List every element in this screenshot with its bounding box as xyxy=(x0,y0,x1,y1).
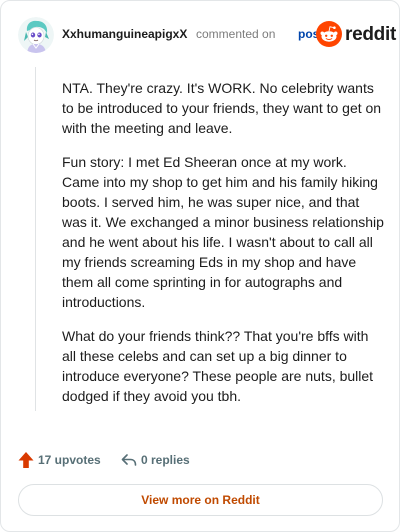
reddit-brand[interactable]: reddit xyxy=(316,21,396,49)
thread-line[interactable] xyxy=(35,67,36,411)
comment-paragraph: Fun story: I met Ed Sheeran once at my w… xyxy=(62,154,384,310)
comment-action-text: commented on xyxy=(196,27,276,41)
upvote-button[interactable]: 17 upvotes xyxy=(18,449,101,471)
reply-arrow-icon xyxy=(121,454,137,466)
view-more-button[interactable]: View more on Reddit xyxy=(18,484,383,516)
comment-body: NTA. They're crazy. It's WORK. No celebr… xyxy=(62,78,384,420)
comment-paragraph: What do your friends think?? That you're… xyxy=(62,328,374,404)
username[interactable]: XxhumanguineapigxX xyxy=(62,27,187,41)
comment-paragraph: NTA. They're crazy. It's WORK. No celebr… xyxy=(62,80,382,136)
reddit-comment-card: XxhumanguineapigxX commented on post red… xyxy=(0,0,400,532)
reply-count: 0 replies xyxy=(141,453,190,467)
user-avatar[interactable] xyxy=(18,17,54,53)
reply-button[interactable]: 0 replies xyxy=(121,449,190,471)
reddit-wordmark: reddit xyxy=(345,24,396,45)
upvote-arrow-icon xyxy=(18,452,34,468)
comment-footer: 17 upvotes 0 replies xyxy=(18,449,378,473)
reddit-logo-icon xyxy=(316,21,342,47)
comment-header: XxhumanguineapigxX commented on post red… xyxy=(18,17,396,53)
upvote-count: 17 upvotes xyxy=(38,453,101,467)
